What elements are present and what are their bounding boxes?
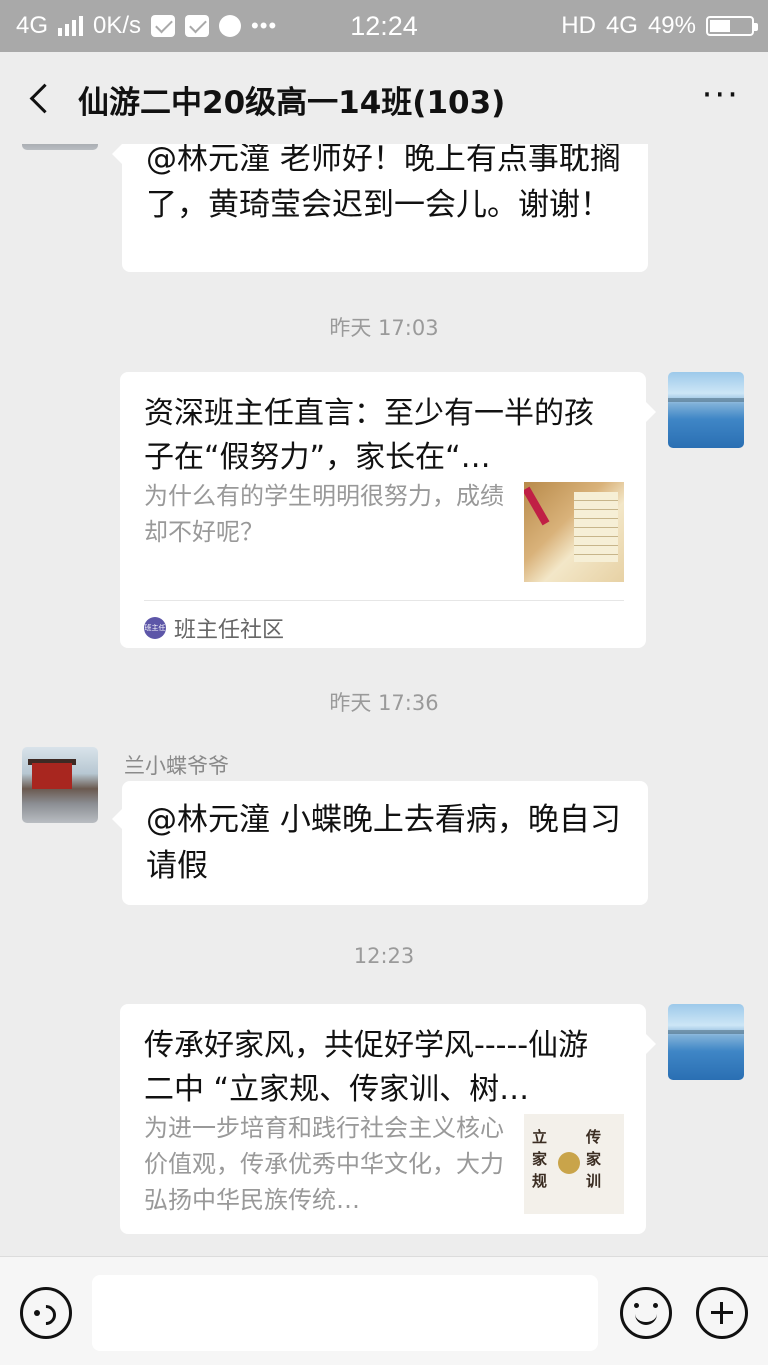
status-bar: 4G 0K/s ••• 12:24 HD 4G 49% — [0, 0, 768, 52]
source-name: 班主任社区 — [174, 618, 285, 643]
sender-name: 兰小蝶爷爷 — [124, 754, 229, 778]
avatar[interactable] — [22, 144, 98, 150]
network-type-label: 4G — [605, 12, 638, 39]
seal-icon — [558, 1152, 580, 1174]
chat-header: 仙游二中20级高一14班(103) ··· — [0, 52, 768, 144]
divider — [144, 600, 624, 601]
card-title: 资深班主任直言：至少有一半的孩子在“假努力”，家长在“… — [144, 396, 594, 475]
avatar-detail — [32, 763, 72, 789]
source-logo: 班主任 — [144, 617, 166, 639]
timestamp: 昨天 17:03 — [329, 316, 439, 340]
input-bar — [0, 1256, 768, 1365]
card-description: 为什么有的学生明明很努力，成绩却不好呢？ — [144, 482, 504, 546]
voice-icon[interactable] — [20, 1287, 72, 1339]
thumbnail-glyph: 立 — [532, 1128, 548, 1146]
thumbnail-glyph: 训 — [586, 1172, 602, 1190]
avatar[interactable] — [668, 372, 744, 448]
chat-title: 仙游二中20级高一14班(103) — [78, 85, 506, 121]
avatar[interactable] — [668, 1004, 744, 1080]
message-bubble[interactable]: @林元潼 老师好！晚上有点事耽搁了，黄琦莹会迟到一会儿。谢谢！ — [112, 144, 648, 272]
thumbnail-glyph: 家 — [586, 1150, 602, 1168]
chat-messages[interactable]: @林元潼 老师好！晚上有点事耽搁了，黄琦莹会迟到一会儿。谢谢！ 昨天 17:03… — [0, 144, 768, 1256]
battery-percent: 49% — [647, 12, 696, 39]
timestamp: 12:23 — [353, 944, 415, 968]
message-text: @林元潼 老师好！晚上有点事耽搁了，黄琦莹会迟到一会儿。谢谢！ — [146, 144, 621, 223]
thumbnail-glyph: 家 — [532, 1150, 548, 1168]
thumbnail-glyph: 传 — [586, 1128, 602, 1146]
link-card[interactable]: 资深班主任直言：至少有一半的孩子在“假努力”，家长在“… 为什么有的学生明明很努… — [120, 372, 656, 648]
more-options-button[interactable]: ··· — [702, 78, 740, 112]
hd-label: HD — [561, 12, 596, 39]
timestamp: 昨天 17:36 — [329, 691, 439, 715]
card-description: 为进一步培育和践行社会主义核心价值观，传承优秀中华文化，大力弘扬中华民族传统… — [144, 1114, 504, 1214]
message-input[interactable] — [92, 1275, 598, 1351]
link-card[interactable]: 传承好家风，共促好学风-----仙游二中 “立家规、传家训、树… 为进一步培育和… — [120, 1004, 656, 1234]
battery-icon — [706, 16, 758, 36]
message-bubble[interactable]: @林元潼 小蝶晚上去看病，晚自习请假 — [112, 781, 648, 905]
card-title: 传承好家风，共促好学风-----仙游二中 “立家规、传家训、树… — [144, 1028, 589, 1107]
plus-icon[interactable] — [696, 1287, 748, 1339]
emoji-icon[interactable] — [620, 1287, 672, 1339]
chevron-left-icon[interactable] — [22, 76, 62, 120]
card-thumbnail: 立 家 规 传 家 训 — [524, 1114, 624, 1214]
avatar[interactable] — [22, 747, 98, 823]
message-text: @林元潼 小蝶晚上去看病，晚自习请假 — [146, 802, 621, 884]
thumbnail-glyph: 规 — [532, 1172, 548, 1190]
card-source: 班主任 班主任社区 — [144, 612, 284, 644]
battery-level — [710, 20, 730, 32]
card-thumbnail — [524, 482, 624, 582]
